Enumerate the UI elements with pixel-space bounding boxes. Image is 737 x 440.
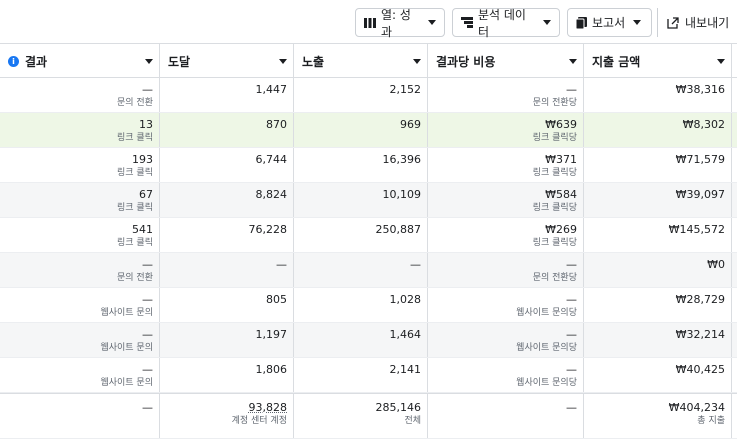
summary-reach-cell: 93,828 계정 센터 계정: [160, 394, 294, 438]
impressions-cell: 2,141: [294, 358, 428, 392]
reports-icon: [576, 16, 587, 29]
results-cell: — 문의 전환: [0, 253, 160, 287]
summary-row: — 93,828 계정 센터 계정 285,146 전체 — ₩404,234 총 지…: [0, 393, 737, 439]
impressions-cell: 969: [294, 113, 428, 147]
cost-per-result-cell: ₩584 링크 클릭당: [428, 183, 584, 217]
table-row[interactable]: 67 링크 클릭 8,824 10,109 ₩584 링크 클릭당 ₩39,097: [0, 183, 737, 218]
summary-results-cell: —: [0, 394, 160, 438]
amount-spent-cell: ₩28,729: [584, 288, 732, 322]
toolbar: 열: 성과 분석 데이터 보고서 내보내기: [0, 0, 737, 43]
impressions-cell: 1,028: [294, 288, 428, 322]
results-cell: 67 링크 클릭: [0, 183, 160, 217]
cost-per-result-cell: — 웹사이트 문의당: [428, 288, 584, 322]
column-header-amount-spent[interactable]: 지출 금액: [584, 44, 732, 78]
cost-per-result-cell: — 웹사이트 문의당: [428, 323, 584, 357]
amount-spent-cell: ₩145,572: [584, 218, 732, 252]
columns-label: 열: 성과: [381, 7, 411, 39]
chevron-down-icon: [633, 20, 642, 25]
reports-button[interactable]: 보고서: [567, 8, 652, 37]
reach-cell: 1,197: [160, 323, 294, 357]
cost-per-result-cell: ₩269 링크 클릭당: [428, 218, 584, 252]
reach-cell: 8,824: [160, 183, 294, 217]
chevron-down-icon: [543, 20, 551, 25]
reach-cell: 76,228: [160, 218, 294, 252]
export-icon: [667, 16, 679, 29]
table-row[interactable]: — 웹사이트 문의 805 1,028 — 웹사이트 문의당 ₩28,729: [0, 288, 737, 323]
amount-spent-cell: ₩38,316: [584, 78, 732, 112]
summary-amount-spent-cell: ₩404,234 총 지출: [584, 394, 732, 438]
column-header-results[interactable]: i 결과: [0, 44, 160, 78]
impressions-cell: 1,464: [294, 323, 428, 357]
cost-per-result-cell: — 웹사이트 문의당: [428, 358, 584, 392]
amount-spent-cell: ₩40,425: [584, 358, 732, 392]
amount-spent-cell: ₩39,097: [584, 183, 732, 217]
columns-button[interactable]: 열: 성과: [355, 7, 445, 39]
results-cell: — 웹사이트 문의: [0, 358, 160, 392]
reach-cell: 805: [160, 288, 294, 322]
table-row[interactable]: — 웹사이트 문의 1,197 1,464 — 웹사이트 문의당 ₩32,214: [0, 323, 737, 358]
amount-spent-cell: ₩0: [584, 253, 732, 287]
sort-caret-icon[interactable]: [413, 59, 421, 64]
table-row[interactable]: 541 링크 클릭 76,228 250,887 ₩269 링크 클릭당 ₩145,…: [0, 218, 737, 253]
summary-cost-per-result-cell: —: [428, 394, 584, 438]
cost-per-result-cell: — 문의 전환당: [428, 78, 584, 112]
column-header-cost-per-result[interactable]: 결과당 비용: [428, 44, 584, 78]
columns-icon: [364, 17, 376, 28]
table-row[interactable]: — 문의 전환 1,447 2,152 — 문의 전환당 ₩38,316: [0, 78, 737, 113]
sort-caret-icon[interactable]: [717, 59, 725, 64]
breakdown-button[interactable]: 분석 데이터: [452, 7, 560, 39]
cost-per-result-cell: ₩639 링크 클릭당: [428, 113, 584, 147]
table-row[interactable]: — 문의 전환 — — — 문의 전환당 ₩0: [0, 253, 737, 288]
impressions-cell: 10,109: [294, 183, 428, 217]
amount-spent-cell: ₩8,302: [584, 113, 732, 147]
reports-label: 보고서: [592, 16, 626, 30]
reach-cell: 1,447: [160, 78, 294, 112]
reach-cell: 870: [160, 113, 294, 147]
results-cell: — 웹사이트 문의: [0, 288, 160, 322]
sort-caret-icon[interactable]: [569, 59, 577, 64]
reach-cell: —: [160, 253, 294, 287]
results-cell: 13 링크 클릭: [0, 113, 160, 147]
info-icon[interactable]: i: [8, 55, 19, 67]
impressions-cell: 250,887: [294, 218, 428, 252]
breakdown-label: 분석 데이터: [478, 7, 526, 39]
results-cell: 541 링크 클릭: [0, 218, 160, 252]
summary-impressions-cell: 285,146 전체: [294, 394, 428, 438]
results-cell: 193 링크 클릭: [0, 148, 160, 182]
amount-spent-cell: ₩32,214: [584, 323, 732, 357]
export-button[interactable]: 내보내기: [667, 8, 729, 37]
table-header: i 결과 도달 노출 결과당 비용 지출 금액: [0, 43, 737, 78]
chevron-down-icon: [428, 20, 436, 25]
sort-caret-icon[interactable]: [145, 59, 153, 64]
column-header-impressions[interactable]: 노출: [294, 44, 428, 78]
impressions-cell: 2,152: [294, 78, 428, 112]
results-cell: — 웹사이트 문의: [0, 323, 160, 357]
results-cell: — 문의 전환: [0, 78, 160, 112]
cost-per-result-cell: ₩371 링크 클릭당: [428, 148, 584, 182]
table-row[interactable]: — 웹사이트 문의 1,806 2,141 — 웹사이트 문의당 ₩40,425: [0, 358, 737, 393]
toolbar-divider: [657, 8, 658, 37]
table-row[interactable]: 193 링크 클릭 6,744 16,396 ₩371 링크 클릭당 ₩71,579: [0, 148, 737, 183]
impressions-cell: —: [294, 253, 428, 287]
export-label: 내보내기: [685, 16, 730, 30]
breakdown-icon: [461, 17, 473, 28]
cost-per-result-cell: — 문의 전환당: [428, 253, 584, 287]
table-row[interactable]: 13 링크 클릭 870 969 ₩639 링크 클릭당 ₩8,302: [0, 113, 737, 148]
reach-cell: 6,744: [160, 148, 294, 182]
column-header-reach[interactable]: 도달: [160, 44, 294, 78]
reach-cell: 1,806: [160, 358, 294, 392]
amount-spent-cell: ₩71,579: [584, 148, 732, 182]
impressions-cell: 16,396: [294, 148, 428, 182]
sort-caret-icon[interactable]: [279, 59, 287, 64]
